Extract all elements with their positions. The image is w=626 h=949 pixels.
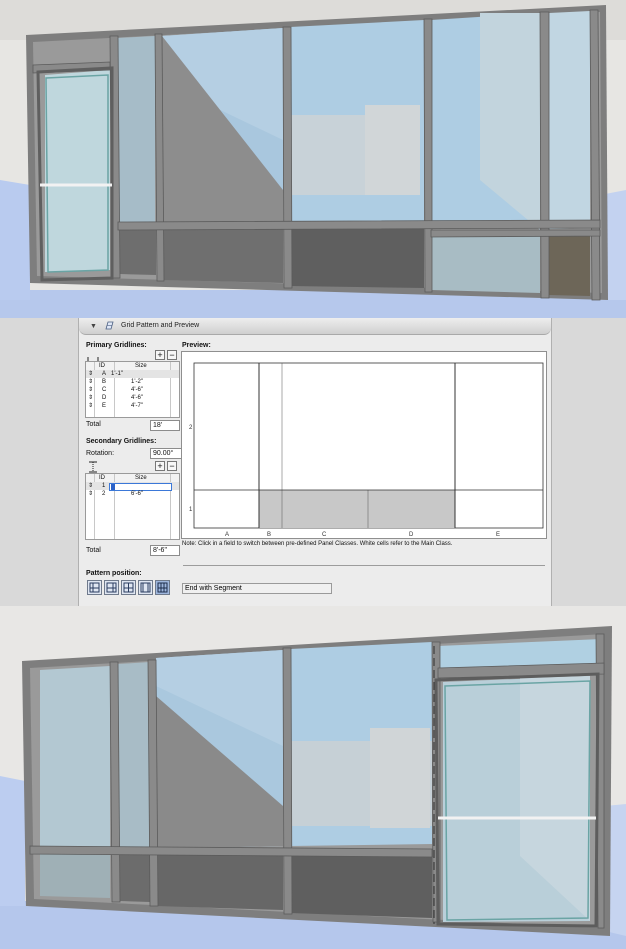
render-view-top bbox=[0, 0, 626, 318]
pattern-end-button[interactable] bbox=[104, 580, 119, 595]
row-label-2: 2 bbox=[189, 425, 193, 431]
rotation-field[interactable]: 90.00° bbox=[150, 448, 182, 459]
grid-pattern-icon bbox=[105, 321, 114, 330]
pattern-start-icon bbox=[89, 582, 100, 593]
col-label-d: D bbox=[409, 532, 414, 538]
table-row[interactable]: ⇕ E 4'-7" bbox=[86, 402, 179, 410]
panel-cell-c1[interactable] bbox=[282, 490, 368, 528]
secondary-total-label: Total bbox=[86, 547, 101, 554]
pattern-end-segment-icon bbox=[157, 582, 168, 593]
primary-remove-button[interactable]: − bbox=[167, 350, 177, 360]
col-label-e: E bbox=[496, 532, 500, 538]
col-label-b: B bbox=[267, 532, 271, 538]
table-row[interactable]: ⇕ 2 6'-6" bbox=[86, 490, 179, 498]
col-label-a: A bbox=[225, 532, 229, 538]
table-header-row: ID Size bbox=[99, 475, 147, 481]
table-row[interactable]: ⇕ C 4'-6" bbox=[86, 386, 179, 394]
section-divider bbox=[183, 565, 545, 566]
rotation-label: Rotation: bbox=[86, 450, 115, 457]
pattern-position-label: Pattern position: bbox=[86, 570, 142, 577]
render-view-bottom bbox=[0, 606, 626, 949]
grid-pattern-panel: ▼ Grid Pattern and Preview Primary Gridl… bbox=[78, 318, 552, 606]
primary-add-button[interactable]: + bbox=[155, 350, 165, 360]
collapse-triangle-icon[interactable]: ▼ bbox=[90, 319, 97, 335]
secondary-gridlines-label: Secondary Gridlines: bbox=[86, 438, 157, 445]
panel-cell-d1[interactable] bbox=[368, 490, 455, 528]
secondary-add-button[interactable]: + bbox=[155, 461, 165, 471]
primary-total-label: Total bbox=[86, 421, 101, 428]
pattern-center-button[interactable] bbox=[121, 580, 136, 595]
preview-label: Preview: bbox=[182, 342, 211, 349]
table-row[interactable]: ⇕ D 4'-6" bbox=[86, 394, 179, 402]
panel-title: Grid Pattern and Preview bbox=[121, 322, 200, 329]
pattern-start-button[interactable] bbox=[87, 580, 102, 595]
col-label-c: C bbox=[322, 532, 327, 538]
primary-gridlines-label: Primary Gridlines: bbox=[86, 342, 147, 349]
table-row[interactable]: ⇕ B 1'-2" bbox=[86, 378, 179, 386]
table-row[interactable]: ⇕ 1 bbox=[86, 482, 179, 491]
preview-canvas: 2 1 A B C D E bbox=[181, 351, 547, 539]
pattern-end-icon bbox=[106, 582, 117, 593]
curtain-wall-render-top bbox=[0, 0, 626, 318]
table-header-row: ID Size bbox=[99, 363, 147, 369]
secondary-remove-button[interactable]: − bbox=[167, 461, 177, 471]
preview-note: Note: Click in a field to switch between… bbox=[182, 541, 453, 547]
primary-total-field: 18' bbox=[150, 420, 180, 431]
width-dimension-icon bbox=[87, 351, 99, 363]
row-label-1: 1 bbox=[189, 507, 193, 513]
secondary-total-field: 8'-6" bbox=[150, 545, 180, 556]
settings-area: ▼ Grid Pattern and Preview Primary Gridl… bbox=[0, 318, 626, 606]
curtain-wall-render-bottom bbox=[0, 606, 626, 949]
pattern-fit-icon bbox=[140, 582, 151, 593]
panel-cell-b1[interactable] bbox=[259, 490, 282, 528]
pattern-fit-button[interactable] bbox=[138, 580, 153, 595]
pattern-position-select[interactable]: End with Segment bbox=[182, 583, 332, 594]
panel-header[interactable]: ▼ Grid Pattern and Preview bbox=[79, 318, 551, 335]
primary-gridlines-table: ID Size ⇕ A 1'-1" ⇕ B 1'-2" ⇕ C 4'-6" ⇕ … bbox=[85, 361, 180, 418]
secondary-gridlines-table: ID Size ⇕ 1 ⇕ 2 6'-6" bbox=[85, 473, 180, 540]
table-row[interactable]: ⇕ A 1'-1" bbox=[86, 370, 179, 378]
pattern-end-segment-button[interactable] bbox=[155, 580, 170, 595]
pattern-center-icon bbox=[123, 582, 134, 593]
